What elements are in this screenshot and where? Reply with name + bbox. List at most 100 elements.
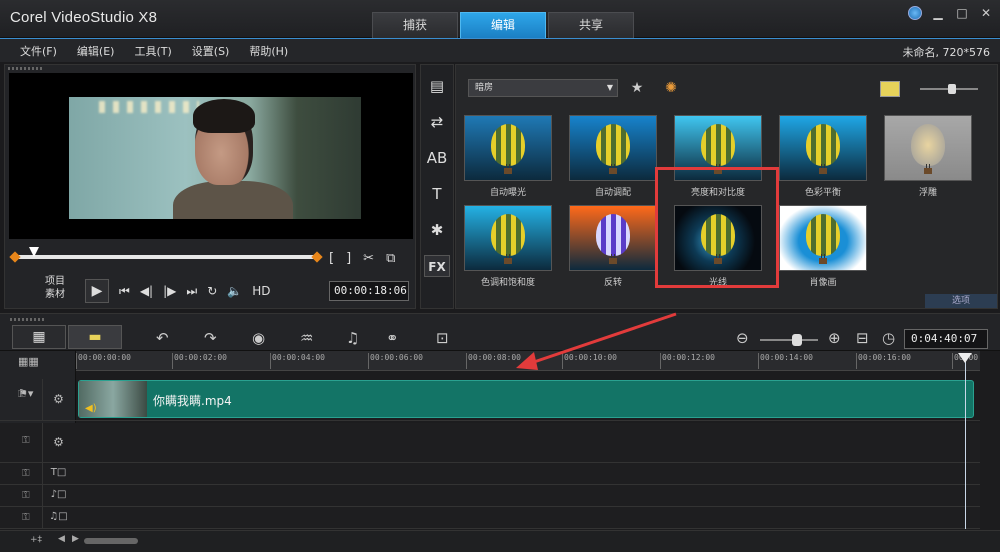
fx-icon[interactable]: FX [424,255,450,277]
overlay-track-icon[interactable]: ⚙ [42,423,74,462]
thumbnail-size-slider[interactable] [920,84,978,94]
effect-thumb[interactable]: 色调和饱和度 [464,205,554,289]
menu-file[interactable]: 文件(F) [20,43,57,59]
timeline-scrollbar[interactable]: +‡ ◀ ▶ [0,530,1000,552]
effect-thumb[interactable]: 肖像画 [779,205,869,289]
category-dropdown[interactable]: 暗房 ▼ [468,79,618,97]
tab-share[interactable]: 共享 [548,12,634,38]
lock-icon[interactable]: ⚿ [18,389,26,400]
title-track-icon[interactable]: T□ [42,463,74,484]
sound-mixer-icon[interactable]: ♒ [300,329,313,347]
zoom-out-icon[interactable]: ⊖ [736,329,749,347]
lock-icon[interactable]: ⚿ [22,435,30,446]
balloon-icon [596,214,630,256]
clip-mode-label[interactable]: 素材 [45,288,79,301]
balloon-icon [491,124,525,166]
maximize-icon[interactable]: □ [954,5,970,21]
video-frame [69,97,361,219]
basket [609,168,617,174]
effect-thumb[interactable]: 浮雕 [884,115,974,199]
zoom-in-icon[interactable]: ⊕ [828,329,841,347]
transition-icon[interactable]: ⇄ [424,111,450,133]
track-manager-icon[interactable]: ▦▦ [18,355,39,368]
undo-icon[interactable]: ↶ [156,329,169,347]
mark-in-button[interactable]: [ [329,251,334,266]
filter-icon[interactable]: ✺ [662,79,680,97]
effect-thumb[interactable]: 自动调配 [569,115,659,199]
lock-icon[interactable]: ⚿ [22,468,30,479]
video-clip[interactable]: ◀) 你瞒我瞒.mp4 [78,380,974,418]
title-ab-icon[interactable]: AB [424,147,450,169]
redo-icon[interactable]: ↷ [204,329,217,347]
ruler-tick: 00:00:16:00 [856,353,911,369]
effect-label: 肖像画 [809,278,837,288]
playhead-line[interactable] [965,353,966,529]
scissors-icon[interactable]: ✂ [363,251,374,266]
voice-track: ⚿ ♪□ [0,485,980,507]
track-add-icon[interactable]: +‡ [30,535,42,545]
close-icon[interactable]: ✕ [978,5,994,21]
fit-project-icon[interactable]: ⊟ [856,329,869,347]
scrollbar-thumb[interactable] [84,538,138,544]
scroll-right-icon[interactable]: ▶ [72,534,79,544]
effect-preview [779,115,867,181]
graphics-icon[interactable]: ✱ [424,219,450,241]
effect-label: 色彩平衡 [804,188,841,198]
go-end-icon[interactable]: ⏭ [186,284,197,299]
basket [609,258,617,264]
motion-tracking-icon[interactable]: ⚭ [386,329,399,347]
scrub-bar[interactable] [13,255,319,259]
title-bar: Corel VideoStudio X8 捕获 编辑 共享 ▁ □ ✕ [0,0,1000,38]
media-icon[interactable]: ▤ [424,75,450,97]
panel-grip[interactable] [8,67,42,70]
enlarge-icon[interactable]: ⧉ [386,251,395,266]
record-capture-icon[interactable]: ◉ [252,329,265,347]
hd-button[interactable]: HD [252,284,270,298]
scroll-left-icon[interactable]: ◀ [58,534,65,544]
clock-icon: ◷ [882,329,896,347]
globe-icon[interactable] [908,6,922,20]
player-panel: [ ] ✂ ⧉ 项目 素材 ▶ ⏮ ◀| |▶ ⏭ ↻ 🔈 HD 00:00:1… [4,64,416,309]
lock-icon[interactable]: ⚿ [22,512,30,523]
storyboard-view-button[interactable]: ▦ [12,325,66,349]
add-favorite-icon[interactable]: ★ [628,79,646,97]
tab-capture[interactable]: 捕获 [372,12,458,38]
timecode-field[interactable]: 00:00:18:06 [329,281,409,301]
menu-help[interactable]: 帮助(H) [249,43,288,59]
effect-thumb[interactable]: 反转 [569,205,659,289]
panel-grip[interactable] [10,318,44,321]
effect-thumb[interactable]: 色彩平衡 [779,115,869,199]
time-ruler[interactable]: 00:00:00:00 00:00:02:00 00:00:04:00 00:0… [76,351,980,371]
voice-track-icon[interactable]: ♪□ [42,485,74,506]
effect-label: 色调和饱和度 [480,278,535,288]
text-icon[interactable]: T [424,183,450,205]
project-mode-label[interactable]: 项目 [45,275,79,288]
options-toggle[interactable]: 选项 [925,294,997,308]
video-track-icon[interactable]: ⚙ [42,379,74,420]
basket [504,168,512,174]
effect-thumb[interactable]: 自动曝光 [464,115,554,199]
basket [819,168,827,174]
auto-music-icon[interactable]: ♫ [346,329,359,347]
go-start-icon[interactable]: ⏮ [119,284,130,299]
menu-edit[interactable]: 编辑(E) [77,43,115,59]
effect-label: 自动曝光 [489,188,526,198]
next-frame-icon[interactable]: |▶ [163,284,176,298]
tab-edit[interactable]: 编辑 [460,12,546,38]
lock-icon[interactable]: ⚿ [22,490,30,501]
repeat-icon[interactable]: ↻ [207,284,217,298]
mark-out-button[interactable]: ] [346,251,351,266]
effect-preview [464,205,552,271]
timeline-zoom-slider[interactable] [760,334,818,346]
subtitle-editor-icon[interactable]: ⊡ [436,329,449,347]
menu-tools[interactable]: 工具(T) [134,43,171,59]
menu-settings[interactable]: 设置(S) [192,43,230,59]
volume-icon[interactable]: 🔈 [227,284,242,298]
timeline-view-button[interactable]: ▬ [68,325,122,349]
prev-frame-icon[interactable]: ◀| [140,284,153,298]
music-track-icon[interactable]: ♫□ [42,507,74,528]
play-button[interactable]: ▶ [85,279,109,303]
project-duration[interactable]: 0:04:40:07 [904,329,988,349]
minimize-icon[interactable]: ▁ [930,5,946,21]
view-mode-button[interactable] [880,81,900,97]
